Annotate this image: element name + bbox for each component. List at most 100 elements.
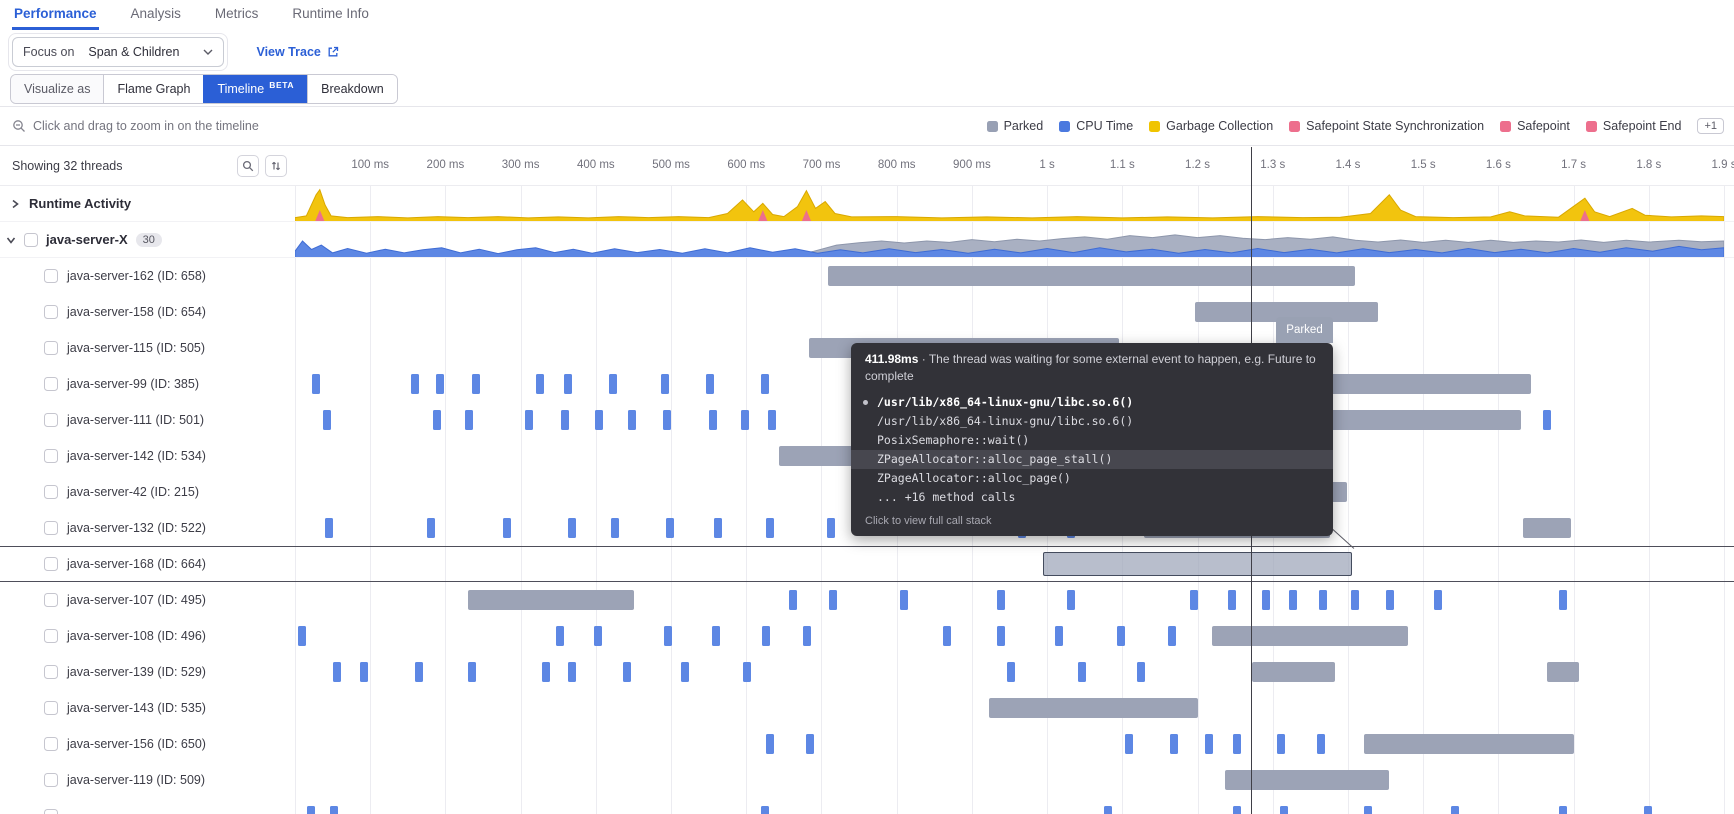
cpu-tick[interactable] bbox=[761, 806, 769, 814]
thread-track[interactable] bbox=[295, 294, 1734, 330]
cpu-tick[interactable] bbox=[325, 518, 333, 538]
cpu-tick[interactable] bbox=[741, 410, 749, 430]
thread-checkbox[interactable] bbox=[44, 521, 58, 535]
parked-bar[interactable] bbox=[1212, 626, 1408, 646]
parked-bar[interactable] bbox=[828, 266, 1354, 286]
cpu-tick[interactable] bbox=[468, 662, 476, 682]
cpu-tick[interactable] bbox=[542, 662, 550, 682]
thread-track[interactable] bbox=[295, 726, 1734, 762]
cpu-tick[interactable] bbox=[1434, 590, 1442, 610]
thread-checkbox[interactable] bbox=[44, 629, 58, 643]
cpu-tick[interactable] bbox=[789, 590, 797, 610]
cpu-tick[interactable] bbox=[1055, 626, 1063, 646]
cpu-tick[interactable] bbox=[611, 518, 619, 538]
cpu-tick[interactable] bbox=[714, 518, 722, 538]
cpu-tick[interactable] bbox=[1190, 590, 1198, 610]
thread-checkbox[interactable] bbox=[44, 449, 58, 463]
cpu-tick[interactable] bbox=[594, 626, 602, 646]
cpu-tick[interactable] bbox=[1233, 806, 1241, 814]
cpu-tick[interactable] bbox=[1559, 806, 1567, 814]
cpu-tick[interactable] bbox=[1228, 590, 1236, 610]
tab-runtime-info[interactable]: Runtime Info bbox=[290, 0, 371, 30]
cpu-tick[interactable] bbox=[1067, 590, 1075, 610]
thread-track[interactable] bbox=[295, 690, 1734, 726]
cpu-tick[interactable] bbox=[1117, 626, 1125, 646]
focus-on-select[interactable]: Span & Children bbox=[84, 38, 223, 66]
cpu-tick[interactable] bbox=[768, 410, 776, 430]
cpu-tick[interactable] bbox=[1280, 806, 1288, 814]
parked-bar[interactable] bbox=[1225, 770, 1388, 790]
parked-bar[interactable] bbox=[1252, 662, 1335, 682]
cpu-tick[interactable] bbox=[663, 410, 671, 430]
sort-threads-button[interactable] bbox=[265, 155, 287, 177]
thread-checkbox[interactable] bbox=[44, 593, 58, 607]
cpu-tick[interactable] bbox=[465, 410, 473, 430]
cpu-tick[interactable] bbox=[298, 626, 306, 646]
cpu-tick[interactable] bbox=[628, 410, 636, 430]
cpu-tick[interactable] bbox=[561, 410, 569, 430]
cpu-tick[interactable] bbox=[1262, 590, 1270, 610]
cpu-tick[interactable] bbox=[536, 374, 544, 394]
thread-track[interactable] bbox=[295, 258, 1734, 294]
legend-item-cpu-time[interactable]: CPU Time bbox=[1059, 119, 1133, 133]
cpu-tick[interactable] bbox=[333, 662, 341, 682]
cpu-tick[interactable] bbox=[766, 734, 774, 754]
thread-checkbox[interactable] bbox=[44, 701, 58, 715]
thread-track[interactable] bbox=[295, 547, 1734, 581]
cpu-tick[interactable] bbox=[323, 410, 331, 430]
thread-checkbox[interactable] bbox=[44, 665, 58, 679]
cpu-tick[interactable] bbox=[427, 518, 435, 538]
cpu-tick[interactable] bbox=[712, 626, 720, 646]
cpu-tick[interactable] bbox=[595, 410, 603, 430]
thread-track[interactable] bbox=[295, 762, 1734, 798]
cpu-tick[interactable] bbox=[827, 518, 835, 538]
parked-bar[interactable] bbox=[468, 590, 634, 610]
cpu-tick[interactable] bbox=[330, 806, 338, 814]
thread-track[interactable] bbox=[295, 582, 1734, 618]
cpu-tick[interactable] bbox=[1104, 806, 1112, 814]
cpu-tick[interactable] bbox=[761, 374, 769, 394]
cpu-tick[interactable] bbox=[1386, 590, 1394, 610]
cpu-tick[interactable] bbox=[623, 662, 631, 682]
legend-item-safepoint-state-synchronization[interactable]: Safepoint State Synchronization bbox=[1289, 119, 1484, 133]
cpu-tick[interactable] bbox=[681, 662, 689, 682]
cpu-tick[interactable] bbox=[1170, 734, 1178, 754]
thread-checkbox[interactable] bbox=[44, 557, 58, 571]
cpu-tick[interactable] bbox=[1277, 734, 1285, 754]
cpu-tick[interactable] bbox=[762, 626, 770, 646]
view-trace-link[interactable]: View Trace bbox=[256, 45, 338, 59]
cpu-tick[interactable] bbox=[503, 518, 511, 538]
legend-more-chip[interactable]: +1 bbox=[1697, 118, 1724, 134]
cpu-tick[interactable] bbox=[664, 626, 672, 646]
legend-item-parked[interactable]: Parked bbox=[987, 119, 1044, 133]
thread-group-checkbox[interactable] bbox=[24, 233, 38, 247]
cpu-tick[interactable] bbox=[806, 734, 814, 754]
cpu-tick[interactable] bbox=[1125, 734, 1133, 754]
cpu-tick[interactable] bbox=[706, 374, 714, 394]
tab-performance[interactable]: Performance bbox=[12, 0, 99, 30]
cpu-tick[interactable] bbox=[666, 518, 674, 538]
cpu-tick[interactable] bbox=[766, 518, 774, 538]
cpu-tick[interactable] bbox=[1644, 806, 1652, 814]
thread-checkbox[interactable] bbox=[44, 377, 58, 391]
cpu-tick[interactable] bbox=[415, 662, 423, 682]
thread-track[interactable] bbox=[295, 618, 1734, 654]
parked-bar[interactable] bbox=[1523, 518, 1571, 538]
cpu-tick[interactable] bbox=[803, 626, 811, 646]
cpu-tick[interactable] bbox=[1007, 662, 1015, 682]
cpu-tick[interactable] bbox=[436, 374, 444, 394]
thread-checkbox[interactable] bbox=[44, 809, 58, 814]
cpu-tick[interactable] bbox=[709, 410, 717, 430]
chevron-down-icon[interactable] bbox=[6, 235, 16, 245]
thread-group-track[interactable] bbox=[295, 222, 1734, 257]
cpu-tick[interactable] bbox=[1317, 734, 1325, 754]
cpu-tick[interactable] bbox=[564, 374, 572, 394]
cpu-tick[interactable] bbox=[307, 806, 315, 814]
cpu-tick[interactable] bbox=[1078, 662, 1086, 682]
parked-bar[interactable] bbox=[1547, 662, 1579, 682]
runtime-activity-track[interactable] bbox=[295, 186, 1734, 221]
cpu-tick[interactable] bbox=[1168, 626, 1176, 646]
viz-option-timeline[interactable]: TimelineBETA bbox=[203, 75, 307, 103]
cpu-tick[interactable] bbox=[411, 374, 419, 394]
cpu-tick[interactable] bbox=[1205, 734, 1213, 754]
